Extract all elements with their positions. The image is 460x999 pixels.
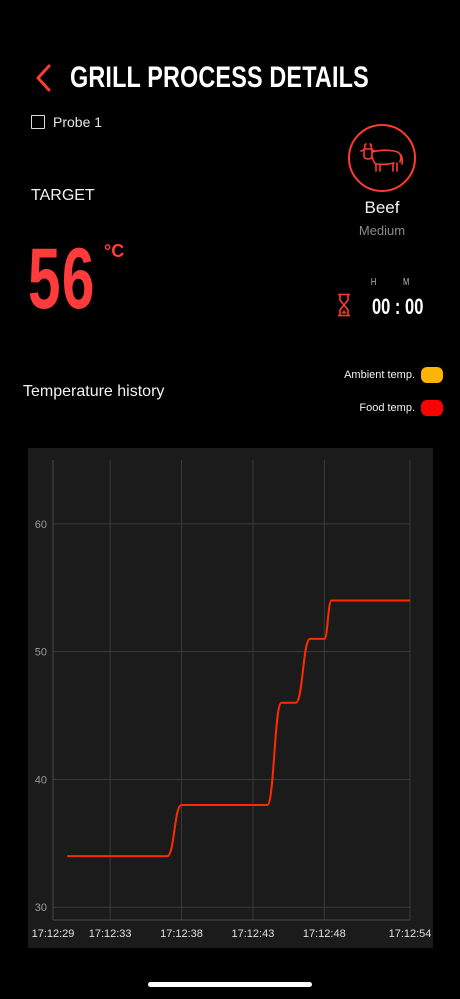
temperature-chart-svg: 17:12:29 17:12:33 17:12:38 17:12:43 17:12:48… <box>32 460 432 940</box>
page-title: GRILL PROCESS DETAILS <box>70 61 369 94</box>
legend-ambient-label: Ambient temp. <box>344 369 415 381</box>
legend-food-label: Food temp. <box>359 402 415 414</box>
cow-icon <box>360 143 404 172</box>
y-tick-label: 40 <box>35 774 47 786</box>
chevron-left-icon <box>36 64 51 92</box>
legend-ambient-swatch[interactable] <box>421 367 443 383</box>
food-temp-series-line <box>67 599 410 858</box>
x-tick-label: 17:12:33 <box>89 928 132 940</box>
hourglass-icon <box>337 293 351 317</box>
target-temperature: 56 <box>28 231 96 327</box>
timer-hours-label: H <box>370 277 377 288</box>
y-tick-label: 60 <box>35 519 47 531</box>
meat-type-button[interactable] <box>348 124 416 192</box>
y-tick-label: 30 <box>35 902 47 914</box>
probe-checkbox-row[interactable]: Probe 1 <box>31 114 102 130</box>
probe-checkbox[interactable] <box>31 115 45 129</box>
target-label: TARGET <box>31 187 95 204</box>
meat-name: Beef <box>364 198 400 217</box>
x-tick-label: 17:12:38 <box>160 928 203 940</box>
temperature-chart: 17:12:29 17:12:33 17:12:38 17:12:43 17:12:48… <box>28 448 433 948</box>
x-tick-label: 17:12:29 <box>32 928 75 940</box>
x-tick-label: 17:12:48 <box>303 928 346 940</box>
meat-doneness: Medium <box>358 223 406 238</box>
x-tick-label: 17:12:54 <box>389 928 432 940</box>
legend-food-swatch[interactable] <box>421 400 443 416</box>
home-indicator[interactable] <box>148 982 312 987</box>
y-tick-label: 50 <box>35 647 47 659</box>
target-unit: °C <box>104 241 125 261</box>
timer-minutes-label: M <box>403 277 410 288</box>
timer-value: 00 : 00 <box>372 294 424 319</box>
probe-label: Probe 1 <box>53 114 103 130</box>
x-tick-label: 17:12:43 <box>232 928 275 940</box>
back-button[interactable] <box>28 58 58 98</box>
temperature-history-title: Temperature history <box>23 383 165 400</box>
